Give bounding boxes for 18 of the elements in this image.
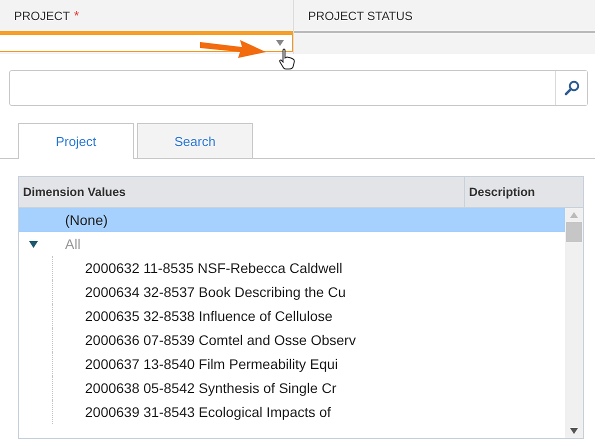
required-mark: * (74, 8, 80, 23)
scrollbar[interactable] (565, 208, 583, 438)
scroll-down-icon[interactable] (570, 428, 578, 434)
tree-row[interactable]: (None) (19, 208, 565, 232)
column-header: Dimension Values (19, 177, 465, 207)
caret-icon[interactable] (276, 40, 284, 46)
scroll-up-icon[interactable] (570, 212, 578, 218)
dropdown-field[interactable] (0, 31, 293, 52)
search-icon (564, 80, 580, 96)
tab[interactable]: Search (137, 123, 253, 158)
field-label: PROJECT STATUS (308, 8, 413, 22)
expand-icon[interactable] (29, 240, 38, 248)
field-label: PROJECT (14, 8, 70, 22)
scroll-thumb[interactable] (566, 222, 582, 242)
search-button[interactable] (555, 71, 587, 105)
tab[interactable]: Project (18, 123, 134, 159)
search-field[interactable] (9, 70, 588, 106)
column-header: Description (468, 184, 536, 201)
